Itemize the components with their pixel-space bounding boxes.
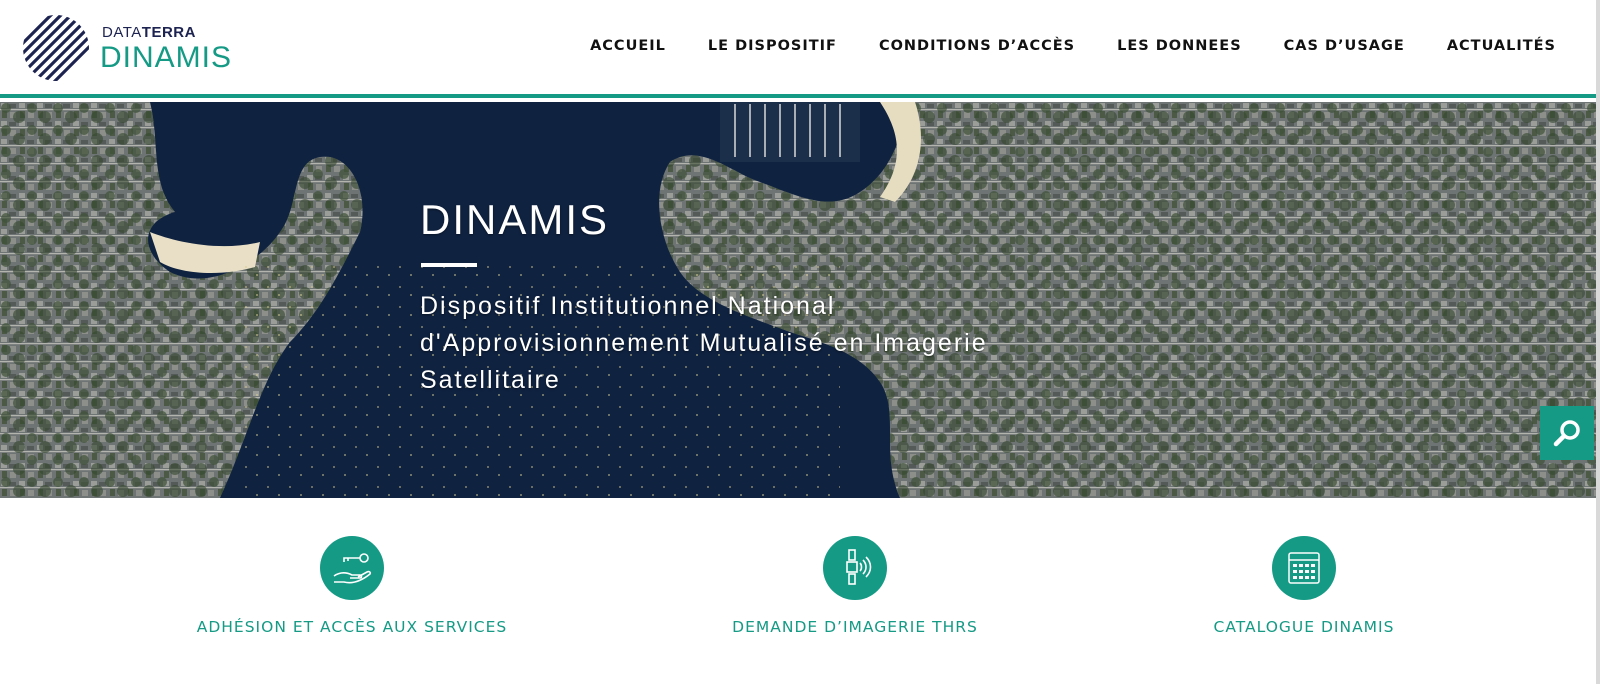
hero-subtitle: Dispositif Institutionnel National d'App… [420,292,988,394]
search-button[interactable] [1540,406,1594,460]
logo-dataterra-text: DATATERRA [102,24,196,41]
hero-title: DINAMIS [420,196,610,243]
service-catalogue[interactable]: CATALOGUE DINAMIS [1124,536,1484,636]
nav-item-le-dispositif[interactable]: LE DISPOSITIF [708,38,837,54]
nav-item-les-donnees[interactable]: LES DONNEES [1117,38,1242,54]
hero-title-underline [421,263,477,267]
catalogue-grid-icon [1272,536,1336,600]
nav-item-actualites[interactable]: ACTUALITÉS [1447,38,1556,54]
dataterra-dinamis-logo[interactable]: DATATERRA DINAMIS [22,14,242,82]
satellite-icon [823,536,887,600]
service-adhesion[interactable]: ADHÉSION ET ACCÈS AUX SERVICES [172,536,532,636]
nav-item-cas-usage[interactable]: CAS D’USAGE [1284,38,1405,54]
service-label: DEMANDE D’IMAGERIE THRS [732,618,978,636]
service-demande-imagerie[interactable]: DEMANDE D’IMAGERIE THRS [675,536,1035,636]
logo-dinamis-text: DINAMIS [100,41,233,74]
logo-stripes-icon [23,15,89,81]
hero-banner: DINAMIS Dispositif Institutionnel Nation… [0,102,1597,498]
nav-item-conditions-acces[interactable]: CONDITIONS D’ACCÈS [879,38,1075,54]
service-label: ADHÉSION ET ACCÈS AUX SERVICES [196,618,508,636]
search-icon [1553,420,1580,447]
service-label: CATALOGUE DINAMIS [1213,618,1395,636]
nav-item-accueil[interactable]: ACCUEIL [590,38,666,54]
hand-key-icon [320,536,384,600]
main-nav: ACCUEIL LE DISPOSITIF CONDITIONS D’ACCÈS… [548,38,1556,54]
page-scrollbar[interactable] [1596,0,1600,684]
site-header: DATATERRA DINAMIS ACCUEIL LE DISPOSITIF … [0,0,1600,98]
